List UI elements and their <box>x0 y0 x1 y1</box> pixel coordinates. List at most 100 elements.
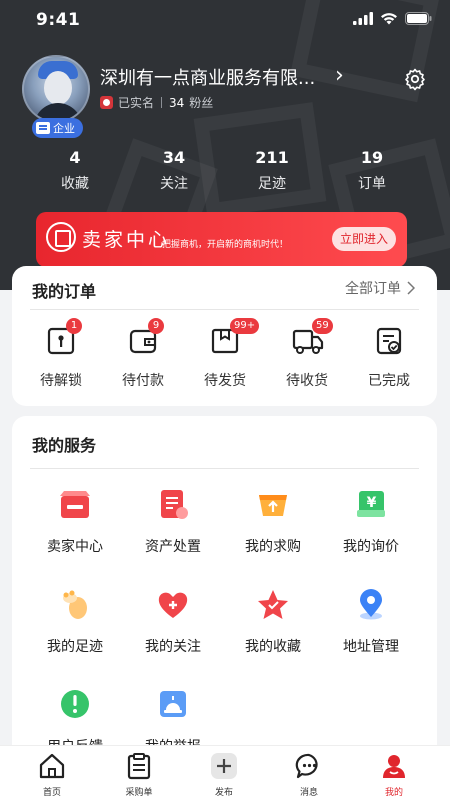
heart-plus-icon <box>158 592 188 618</box>
service-asset-disposal[interactable]: 资产处置 <box>128 488 218 556</box>
stat-label: 关注 <box>160 176 188 192</box>
chevron-right-icon[interactable]: › <box>335 63 344 88</box>
publish-plus-icon <box>211 753 237 779</box>
stat-footprints[interactable]: 211 足迹 <box>222 148 322 193</box>
feedback-alert-icon <box>61 690 89 718</box>
all-orders-link[interactable]: 全部订单 <box>345 278 415 298</box>
order-pending-payment[interactable]: 9 待付款 <box>108 318 178 390</box>
stat-label: 订单 <box>358 176 386 192</box>
order-label: 待收货 <box>286 373 328 389</box>
order-pending-receipt[interactable]: 59 待收货 <box>272 318 342 390</box>
tab-label: 发布 <box>214 788 233 798</box>
tab-label: 我的 <box>384 788 403 798</box>
service-label: 我的询价 <box>343 539 399 555</box>
enterprise-icon <box>36 122 50 134</box>
order-label: 待解锁 <box>40 373 82 389</box>
enter-now-button[interactable]: 立即进入 <box>332 227 396 251</box>
enterprise-badge-label: 企业 <box>53 122 75 135</box>
seller-banner-slogan: 把握商机，开启新的商机时代！ <box>162 240 289 250</box>
order-label: 待发货 <box>204 373 246 389</box>
my-orders-card: 我的订单 全部订单 1 待解锁 9 待付款 99+ 待发货 59 待收货 已完成 <box>12 266 437 406</box>
order-label: 已完成 <box>368 373 410 389</box>
tab-publish[interactable]: 发布 <box>189 752 259 798</box>
tab-purchase-list[interactable]: 采购单 <box>104 752 174 798</box>
order-badge: 1 <box>66 318 82 334</box>
signal-icon <box>353 12 373 25</box>
purchase-basket-icon <box>259 495 287 516</box>
service-label: 我的求购 <box>245 539 301 555</box>
location-pin-icon <box>360 589 382 620</box>
status-time: 9:41 <box>36 10 81 30</box>
all-orders-label: 全部订单 <box>345 281 401 297</box>
order-completed[interactable]: 已完成 <box>354 326 424 390</box>
order-badge: 9 <box>148 318 164 334</box>
enterprise-badge: 企业 <box>32 118 83 138</box>
service-label: 资产处置 <box>145 539 201 555</box>
orders-title: 我的订单 <box>32 282 97 301</box>
seller-banner-title: 卖家中心 <box>82 229 171 251</box>
my-services-card: 我的服务 卖家中心 资产处置 我的求购 ¥ 我的询价 我的足迹 我的关注 我的收… <box>12 416 437 800</box>
chevron-right-icon <box>407 281 415 295</box>
stat-value: 34 <box>162 148 186 167</box>
stat-label: 足迹 <box>258 176 286 192</box>
order-pending-shipment[interactable]: 99+ 待发货 <box>190 318 260 390</box>
tab-label: 消息 <box>299 788 318 798</box>
verified-icon <box>100 96 113 109</box>
service-label: 地址管理 <box>343 639 399 655</box>
order-pending-unlock[interactable]: 1 待解锁 <box>26 318 96 390</box>
service-my-favorites[interactable]: 我的收藏 <box>228 588 318 656</box>
stat-value: 4 <box>69 148 81 167</box>
avatar[interactable] <box>22 55 90 123</box>
status-bar: 9:41 <box>0 0 450 40</box>
service-address-management[interactable]: 地址管理 <box>326 588 416 656</box>
stats-row: 4 收藏 34 关注 211 足迹 19 订单 <box>0 148 450 198</box>
store-icon <box>46 222 76 252</box>
stat-label: 收藏 <box>61 176 89 192</box>
order-label: 待付款 <box>122 373 164 389</box>
service-my-inquiries[interactable]: ¥ 我的询价 <box>326 488 416 556</box>
stat-orders[interactable]: 19 订单 <box>322 148 422 193</box>
profile-icon <box>383 755 405 778</box>
wifi-icon <box>381 13 397 25</box>
service-label: 我的关注 <box>145 639 201 655</box>
divider <box>30 309 419 310</box>
purchase-list-icon <box>127 753 151 780</box>
tab-messages[interactable]: 消息 <box>274 752 344 798</box>
tab-mine[interactable]: 我的 <box>359 752 429 798</box>
battery-icon <box>405 12 432 25</box>
footprint-icon <box>63 590 87 619</box>
status-icons <box>353 12 432 25</box>
tab-home[interactable]: 首页 <box>17 752 87 798</box>
stat-following[interactable]: 34 关注 <box>124 148 224 193</box>
fans-label: 粉丝 <box>189 96 214 110</box>
service-seller-center[interactable]: 卖家中心 <box>30 488 120 556</box>
tab-label: 采购单 <box>125 788 153 798</box>
company-name[interactable]: 深圳有一点商业服务有限... <box>100 64 315 90</box>
stat-favorites[interactable]: 4 收藏 <box>25 148 125 193</box>
service-my-following[interactable]: 我的关注 <box>128 588 218 656</box>
tab-label: 首页 <box>42 788 61 798</box>
report-icon <box>160 691 186 717</box>
verified-label: 已实名 <box>118 96 155 110</box>
stat-value: 211 <box>255 148 289 167</box>
profile-section: 企业 深圳有一点商业服务有限... › 已实名 34 粉丝 <box>0 55 450 140</box>
svg-text:¥: ¥ <box>367 495 377 511</box>
service-label: 我的收藏 <box>245 639 301 655</box>
price-inquiry-icon: ¥ <box>357 491 385 517</box>
service-my-purchases[interactable]: 我的求购 <box>228 488 318 556</box>
message-icon <box>295 753 318 779</box>
store-icon <box>60 491 90 518</box>
order-badge: 59 <box>312 318 333 334</box>
gear-icon[interactable] <box>403 67 427 91</box>
fans-count: 34 <box>169 95 185 110</box>
divider <box>30 468 419 469</box>
seller-center-banner[interactable]: 卖家中心 把握商机，开启新的商机时代！ 立即进入 <box>36 212 407 267</box>
bottom-tab-bar: 首页 采购单 发布 消息 我的 <box>0 745 450 800</box>
home-icon <box>39 753 65 779</box>
completed-doc-icon <box>376 327 402 355</box>
verify-row: 已实名 34 粉丝 <box>100 94 213 111</box>
service-label: 卖家中心 <box>47 539 103 555</box>
order-badge: 99+ <box>230 318 260 334</box>
service-my-footprints[interactable]: 我的足迹 <box>30 588 120 656</box>
stat-value: 19 <box>360 148 384 167</box>
